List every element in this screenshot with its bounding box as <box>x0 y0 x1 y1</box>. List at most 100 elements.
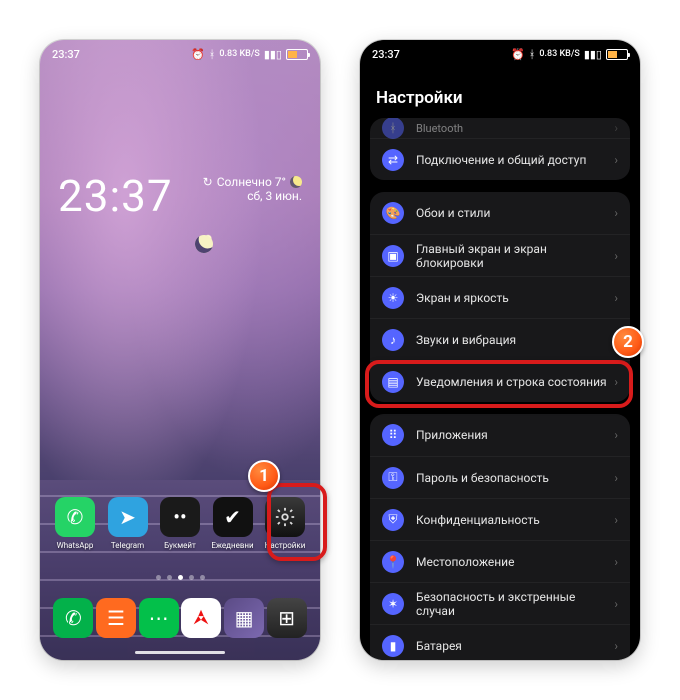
chevron-right-icon: › <box>614 513 618 527</box>
settings-list[interactable]: ᚼ Bluetooth › ⇄ Подключение и общий дост… <box>360 118 640 660</box>
settings-row-security[interactable]: ⚿ Пароль и безопасность › <box>370 456 630 498</box>
bluetooth-icon: ᚼ <box>382 118 404 139</box>
sharing-icon: ⇄ <box>382 149 404 171</box>
location-icon: 📍 <box>382 551 404 573</box>
battery-icon <box>286 49 308 60</box>
emergency-icon: ✶ <box>382 593 404 615</box>
messages-icon: ⋯ <box>139 598 179 638</box>
battery-icon <box>606 49 628 60</box>
dock-browser[interactable] <box>180 598 223 638</box>
network-speed: 0.83 KB/S <box>219 49 259 59</box>
row-label: Обои и стили <box>416 206 614 220</box>
alarm-icon: ⏰ <box>511 48 525 61</box>
chevron-right-icon: › <box>614 291 618 305</box>
app-settings[interactable]: Настройки <box>262 497 308 550</box>
settings-row-wallpaper[interactable]: 🎨 Обои и стили › <box>370 192 630 234</box>
alarm-icon: ⏰ <box>191 48 205 61</box>
dock: ✆ ☰ ⋯ ▦ ⊞ <box>52 598 308 638</box>
settings-row-location[interactable]: 📍 Местоположение › <box>370 540 630 582</box>
weather-refresh-icon: ↻ <box>203 175 213 189</box>
row-label: Уведомления и строка состояния <box>416 375 614 389</box>
weather-moon-icon <box>290 176 302 188</box>
settings-row-battery[interactable]: ▮ Батарея › <box>370 624 630 660</box>
weather-text: Солнечно 7° <box>217 175 286 189</box>
app-whatsapp[interactable]: ✆ WhatsApp <box>52 497 98 550</box>
network-speed: 0.83 KB/S <box>539 49 579 59</box>
clock-time: 23:37 <box>58 170 173 222</box>
chevron-right-icon: › <box>614 639 618 653</box>
chevron-right-icon: › <box>614 206 618 220</box>
dock-contacts[interactable]: ☰ <box>95 598 138 638</box>
dock-messages[interactable]: ⋯ <box>137 598 180 638</box>
settings-group: ⠿ Приложения › ⚿ Пароль и безопасность ›… <box>370 414 630 660</box>
weather-widget[interactable]: ↻ Солнечно 7° сб, 3 июн. <box>203 175 302 203</box>
row-label: Главный экран и экран блокировки <box>416 242 614 270</box>
settings-group: ᚼ Bluetooth › ⇄ Подключение и общий дост… <box>370 118 630 180</box>
settings-row-sharing[interactable]: ⇄ Подключение и общий доступ › <box>370 138 630 180</box>
app-daily[interactable]: ✔ Ежедневни <box>210 497 256 550</box>
row-label: Bluetooth <box>416 122 614 135</box>
browser-icon <box>181 598 221 638</box>
app-label: Букмейт <box>164 541 196 550</box>
settings-group: 🎨 Обои и стили › ▣ Главный экран и экран… <box>370 192 630 402</box>
settings-row-emergency[interactable]: ✶ Безопасность и экстренные случаи › <box>370 582 630 624</box>
apps-icon: ⊞ <box>267 598 307 638</box>
signal-icon: ▮▮▯ <box>584 48 602 61</box>
chevron-right-icon: › <box>614 375 618 389</box>
status-icons: ⏰ ᚼ 0.83 KB/S ▮▮▯ <box>191 48 308 61</box>
settings-row-display[interactable]: ☀ Экран и яркость › <box>370 276 630 318</box>
chevron-right-icon: › <box>614 249 618 263</box>
app-row: ✆ WhatsApp ➤ Telegram •• Букмейт ✔ Ежедн… <box>52 497 308 550</box>
notification-icon: ▤ <box>382 371 404 393</box>
settings-row-homelock[interactable]: ▣ Главный экран и экран блокировки › <box>370 234 630 276</box>
settings-row-apps[interactable]: ⠿ Приложения › <box>370 414 630 456</box>
chevron-right-icon: › <box>614 597 618 611</box>
settings-row-bluetooth[interactable]: ᚼ Bluetooth › <box>370 118 630 138</box>
home-indicator[interactable] <box>135 651 225 654</box>
dock-apps[interactable]: ⊞ <box>265 598 308 638</box>
settings-row-notifications[interactable]: ▤ Уведомления и строка состояния › <box>370 360 630 402</box>
signal-icon: ▮▮▯ <box>264 48 282 61</box>
bluetooth-icon: ᚼ <box>209 48 216 61</box>
contacts-icon: ☰ <box>96 598 136 638</box>
app-bookmate[interactable]: •• Букмейт <box>157 497 203 550</box>
settings-screen: 23:37 ⏰ ᚼ 0.83 KB/S ▮▮▯ Настройки ᚼ Blue… <box>360 40 640 660</box>
brightness-icon: ☀ <box>382 287 404 309</box>
row-label: Безопасность и экстренные случаи <box>416 590 614 618</box>
chevron-right-icon: › <box>614 333 618 347</box>
row-label: Местоположение <box>416 555 614 569</box>
status-icons: ⏰ ᚼ 0.83 KB/S ▮▮▯ <box>511 48 628 61</box>
row-label: Конфиденциальность <box>416 513 614 527</box>
home-icon: ▣ <box>382 245 404 267</box>
phone-icon: ✆ <box>53 598 93 638</box>
palette-icon: 🎨 <box>382 202 404 224</box>
shield-icon: ⛨ <box>382 509 404 531</box>
dock-gallery[interactable]: ▦ <box>223 598 266 638</box>
app-telegram[interactable]: ➤ Telegram <box>105 497 151 550</box>
sound-icon: ♪ <box>382 329 404 351</box>
row-label: Батарея <box>416 639 614 653</box>
row-label: Приложения <box>416 428 614 442</box>
chevron-right-icon: › <box>614 555 618 569</box>
gallery-icon: ▦ <box>224 598 264 638</box>
chevron-right-icon: › <box>614 153 618 167</box>
apps-icon: ⠿ <box>382 424 404 446</box>
status-time: 23:37 <box>52 48 80 61</box>
settings-row-privacy[interactable]: ⛨ Конфиденциальность › <box>370 498 630 540</box>
status-time: 23:37 <box>372 48 400 61</box>
settings-icon <box>265 497 305 537</box>
row-label: Пароль и безопасность <box>416 471 614 485</box>
weather-date: сб, 3 июн. <box>203 189 302 203</box>
page-indicator[interactable] <box>40 575 320 580</box>
row-label: Подключение и общий доступ <box>416 153 614 167</box>
chevron-right-icon: › <box>614 121 618 135</box>
row-label: Звуки и вибрация <box>416 333 614 347</box>
clock-widget[interactable]: 23:37 <box>58 170 173 222</box>
daily-icon: ✔ <box>213 497 253 537</box>
telegram-icon: ➤ <box>108 497 148 537</box>
battery-icon: ▮ <box>382 635 404 657</box>
key-icon: ⚿ <box>382 467 404 489</box>
settings-row-sound[interactable]: ♪ Звуки и вибрация › <box>370 318 630 360</box>
dock-phone[interactable]: ✆ <box>52 598 95 638</box>
app-label: Telegram <box>111 541 144 550</box>
